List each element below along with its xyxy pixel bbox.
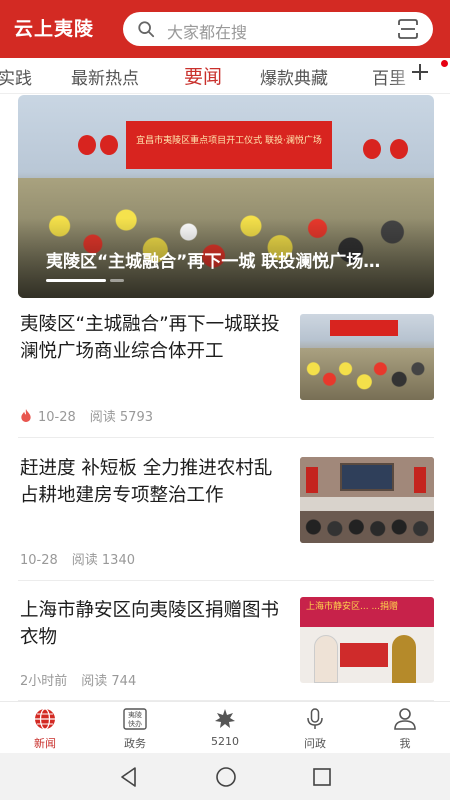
nav-label: 5210 bbox=[211, 735, 239, 748]
scan-icon[interactable] bbox=[397, 19, 419, 39]
nav-label: 问政 bbox=[304, 737, 326, 750]
lantern-decoration bbox=[363, 139, 381, 159]
app-logo-title: 云上夷陵 bbox=[14, 18, 95, 40]
add-channel-icon[interactable] bbox=[410, 62, 430, 82]
thumb-banner: 上海市静安区... ...捐赠 bbox=[300, 597, 434, 627]
nav-label: 政务 bbox=[124, 737, 146, 750]
hero-banner[interactable]: 宜昌市夷陵区重点项目开工仪式 联投·澜悦广场 夷陵区“主城融合”再下一城 联投澜… bbox=[18, 95, 434, 298]
news-list-item[interactable]: 赶进度 补短板 全力推进农村乱占耕地建房专项整治工作 10-28 阅读 1340 bbox=[18, 455, 434, 581]
hot-flame-icon bbox=[21, 409, 31, 422]
article-read-count: 阅读 744 bbox=[81, 674, 137, 689]
recents-icon[interactable] bbox=[310, 765, 334, 789]
lantern-decoration bbox=[100, 135, 118, 155]
system-nav-bar bbox=[0, 753, 450, 800]
home-icon[interactable] bbox=[214, 765, 238, 789]
carousel-dot-active bbox=[46, 279, 106, 282]
kuaixun-icon: 夷陵 快办 bbox=[123, 708, 147, 730]
search-placeholder: 大家都在搜 bbox=[167, 23, 248, 42]
nav-5210[interactable]: 5210 bbox=[180, 702, 270, 754]
thumb-board bbox=[340, 643, 388, 667]
carousel-indicator bbox=[46, 279, 124, 282]
hero-stage-text: 宜昌市夷陵区重点项目开工仪式 联投·澜悦广场 bbox=[136, 136, 322, 146]
hero-stage-backdrop: 宜昌市夷陵区重点项目开工仪式 联投·澜悦广场 bbox=[126, 121, 332, 169]
thumb-screen bbox=[340, 463, 394, 491]
nav-label: 新闻 bbox=[34, 737, 56, 750]
thumb-person bbox=[392, 635, 416, 683]
leaf-icon bbox=[215, 709, 235, 728]
tab-headlines[interactable]: 要闻 bbox=[184, 62, 222, 89]
article-meta: 10-28 阅读 1340 bbox=[20, 549, 135, 568]
nav-news[interactable]: 新闻 bbox=[0, 702, 90, 754]
microphone-icon bbox=[307, 708, 323, 729]
news-list-item[interactable]: 夷陵区“主城融合”再下一城联投澜悦广场商业综合体开工 10-28 阅读 5793 bbox=[18, 311, 434, 438]
article-title: 上海市静安区向夷陵区捐赠图书衣物 bbox=[20, 600, 280, 648]
article-thumbnail: 上海市静安区... ...捐赠 bbox=[300, 597, 434, 683]
article-meta: 10-28 阅读 5793 bbox=[20, 406, 153, 425]
thumb-banner-text: 上海市静安区... ...捐赠 bbox=[306, 602, 399, 612]
nav-label: 我 bbox=[399, 737, 411, 750]
article-read-count: 阅读 1340 bbox=[71, 553, 135, 568]
thumb-table bbox=[300, 497, 434, 511]
app-header: 云上夷陵 大家都在搜 bbox=[0, 0, 450, 58]
back-icon[interactable] bbox=[117, 765, 141, 789]
lantern-decoration bbox=[78, 135, 96, 155]
article-title: 夷陵区“主城融合”再下一城联投澜悦广场商业综合体开工 bbox=[20, 314, 280, 362]
search-icon bbox=[138, 21, 155, 38]
article-thumbnail bbox=[300, 314, 434, 400]
notification-dot bbox=[441, 60, 448, 67]
thumb-banner bbox=[330, 320, 398, 336]
nav-me[interactable]: 我 bbox=[360, 702, 450, 754]
news-list-item[interactable]: 上海市静安区向夷陵区捐赠图书衣物 2小时前 阅读 744 上海市静安区... ..… bbox=[18, 597, 434, 701]
carousel-dot bbox=[110, 279, 124, 282]
bottom-nav: 新闻 夷陵 快办 政务 5210 问政 我 bbox=[0, 701, 450, 753]
user-icon bbox=[394, 708, 416, 730]
thumb-flag bbox=[414, 467, 426, 493]
tab-latest-hot[interactable]: 最新热点 bbox=[71, 64, 139, 89]
article-title: 赶进度 补短板 全力推进农村乱占耕地建房专项整治工作 bbox=[20, 458, 273, 506]
article-date: 2小时前 bbox=[20, 674, 68, 689]
tab-viral-collection[interactable]: 爆款典藏 bbox=[260, 64, 328, 89]
article-meta: 2小时前 阅读 744 bbox=[20, 670, 136, 689]
thumb-crowd bbox=[300, 348, 434, 400]
article-date: 10-28 bbox=[20, 553, 58, 568]
thumb-flag bbox=[306, 467, 318, 493]
search-bar[interactable]: 大家都在搜 bbox=[123, 12, 433, 46]
globe-icon bbox=[35, 708, 55, 730]
lantern-decoration bbox=[390, 139, 408, 159]
nav-wenzheng[interactable]: 问政 bbox=[270, 702, 360, 754]
kuaixun-text-top: 夷陵 bbox=[128, 710, 142, 719]
nav-government[interactable]: 夷陵 快办 政务 bbox=[90, 702, 180, 754]
hero-title: 夷陵区“主城融合”再下一城 联投澜悦广场商业综合体开工 bbox=[46, 252, 390, 272]
article-read-count: 阅读 5793 bbox=[89, 410, 153, 425]
kuaixun-text-bottom: 快办 bbox=[128, 719, 142, 728]
thumb-people bbox=[300, 511, 434, 543]
article-thumbnail bbox=[300, 457, 434, 543]
tab-shijian[interactable]: 实践 bbox=[0, 64, 32, 89]
thumb-person bbox=[314, 635, 338, 683]
article-date: 10-28 bbox=[38, 410, 76, 425]
channel-tabs: 实践 最新热点 要闻 爆款典藏 百里 bbox=[0, 58, 450, 94]
